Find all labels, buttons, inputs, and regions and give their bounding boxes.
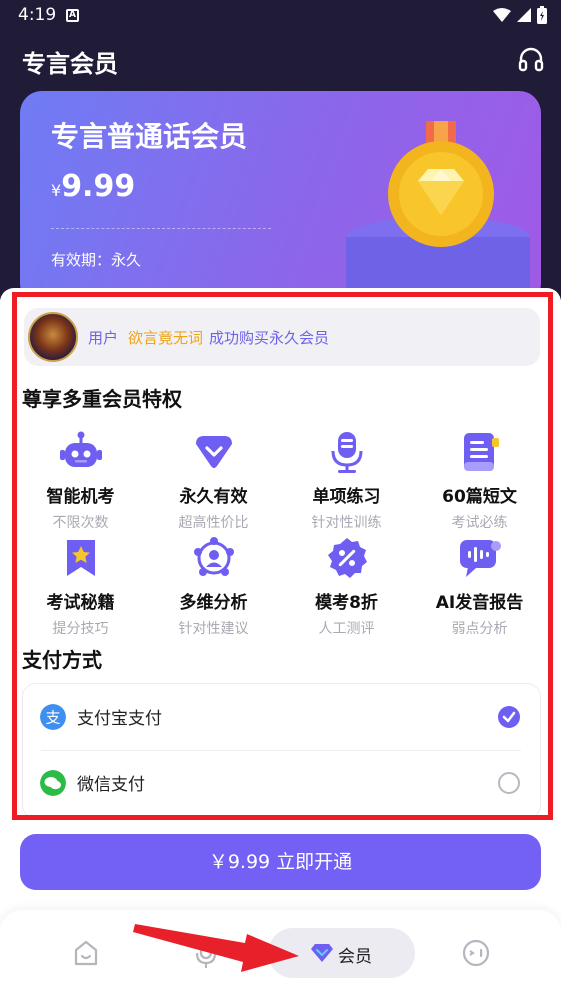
price-value: 9.99 [61, 169, 136, 204]
signal-icon [517, 8, 531, 22]
home-icon[interactable] [72, 928, 100, 978]
membership-validity: 有效期：永久 [51, 251, 142, 269]
face-icon[interactable] [462, 928, 490, 978]
notification-a-icon: A [66, 9, 79, 22]
buy-now-button[interactable]: ￥9.99 立即开通 [20, 834, 541, 890]
vip-diamond-icon [311, 944, 333, 962]
tab-vip-label: 会员 [338, 947, 372, 967]
tab-vip[interactable]: 会员 [268, 928, 415, 978]
status-bar: 4:19 A [0, 0, 561, 32]
status-time: 4:19 [18, 5, 57, 25]
bottom-tabbar: 会员 [0, 910, 561, 997]
wifi-icon [493, 8, 511, 22]
headset-icon[interactable] [517, 46, 545, 74]
battery-icon [537, 6, 547, 24]
system-icons [493, 6, 547, 24]
membership-card: 专言普通话会员 ¥9.99 有效期：永久 [20, 91, 541, 306]
medal-icon [346, 121, 530, 306]
microphone-icon[interactable] [192, 928, 220, 978]
membership-title: 专言普通话会员 [51, 120, 248, 153]
highlight-box [12, 292, 553, 820]
card-divider [51, 228, 271, 229]
page-title: 专言会员 [22, 50, 118, 78]
price-currency: ¥ [51, 181, 62, 200]
membership-price: ¥9.99 [51, 169, 135, 204]
